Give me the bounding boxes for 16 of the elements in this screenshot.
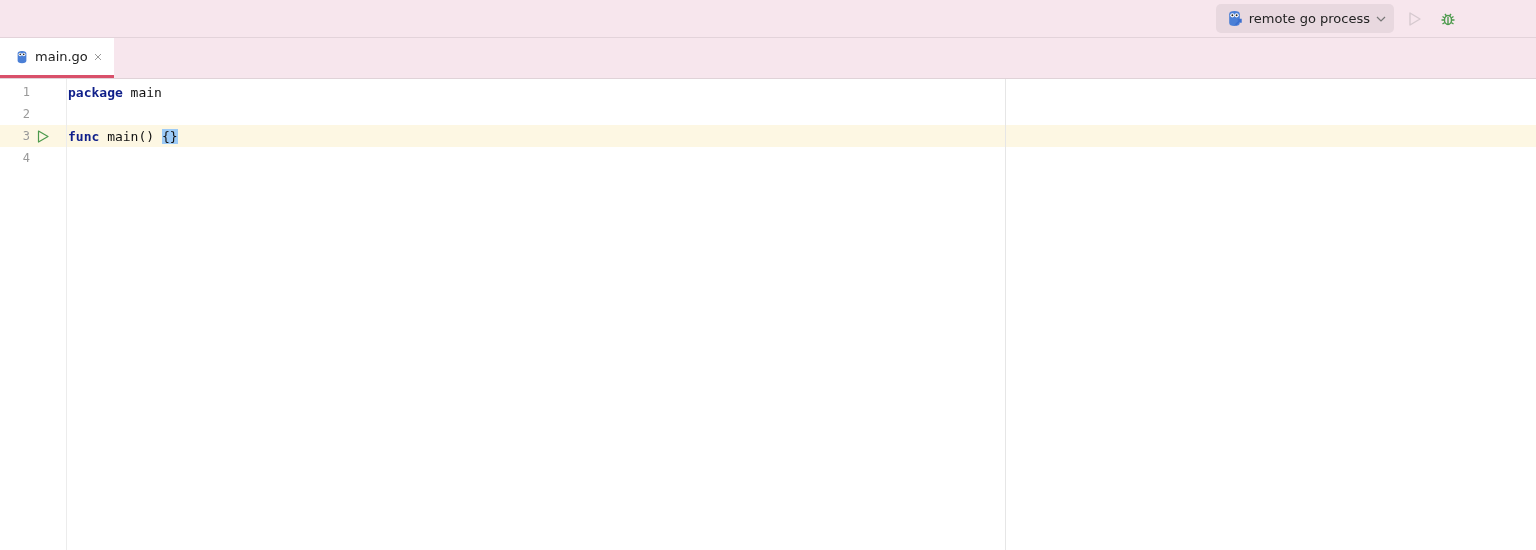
line-number: 3 [21, 129, 30, 143]
run-gutter-icon[interactable] [37, 129, 49, 143]
code-keyword: package [68, 84, 123, 100]
code-keyword: func [68, 128, 100, 144]
code-text: main() [106, 128, 156, 144]
line-number: 2 [21, 107, 30, 121]
matched-brace: {} [161, 128, 178, 144]
gopher-icon [15, 49, 29, 64]
chevron-down-icon [1376, 15, 1386, 22]
line-number: 1 [21, 85, 30, 99]
code-text: main [129, 84, 162, 100]
close-icon[interactable] [93, 52, 102, 61]
editor-tab[interactable]: main.go [0, 38, 114, 78]
line-number: 4 [21, 151, 30, 165]
play-icon [1408, 10, 1422, 27]
run-configuration-selector[interactable]: remote go process [1215, 4, 1394, 33]
